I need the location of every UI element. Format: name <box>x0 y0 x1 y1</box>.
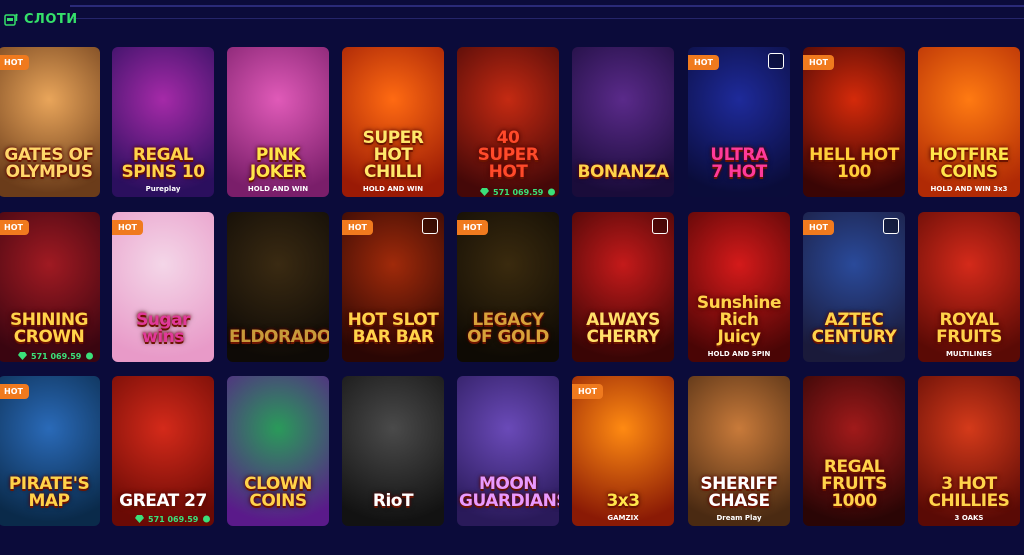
game-title: SHINING CROWN <box>9 310 89 347</box>
game-tile[interactable]: ROYAL FRUITS MULTILINES <box>918 212 1020 362</box>
game-subtitle: MULTILINES <box>945 350 993 358</box>
top-divider <box>70 5 1024 7</box>
game-title: REGAL SPINS 10 <box>121 145 205 182</box>
provider-logo-icon <box>883 218 899 234</box>
game-title: HOTFIRE COINS <box>929 145 1009 182</box>
jackpot-value: 571 069.59 <box>493 187 544 197</box>
game-tile[interactable]: PIRATE'S MAP HOT <box>0 376 100 526</box>
game-title: ALWAYS CHERRY <box>586 310 660 347</box>
section-header: СЛОТИ <box>0 7 78 31</box>
game-title: GATES OF OLYMPUS <box>4 145 94 182</box>
hot-badge: HOT <box>0 220 29 235</box>
hot-badge: HOT <box>0 55 29 70</box>
game-title: ULTRA 7 HOT <box>710 145 768 182</box>
game-tile[interactable]: MOON GUARDIANS <box>457 376 559 526</box>
game-title: CLOWN COINS <box>244 474 312 511</box>
game-subtitle: GAMZIX <box>607 514 639 522</box>
game-tile[interactable]: ELDORADO <box>227 212 329 362</box>
game-title: MOON GUARDIANS <box>459 474 559 511</box>
game-tile[interactable]: HOTFIRE COINS HOLD AND WIN 3x3 <box>918 47 1020 197</box>
game-tile[interactable]: RioT <box>342 376 444 526</box>
game-tile[interactable]: 3 HOT CHILLIES 3 OAKS <box>918 376 1020 526</box>
game-title: 3x3 <box>606 491 640 511</box>
jackpot-counter: 571 069.59 <box>480 186 556 198</box>
game-title: Sunshine Rich Juicy <box>696 293 782 347</box>
game-tile[interactable]: GATES OF OLYMPUS HOT <box>0 47 100 197</box>
hot-badge: HOT <box>457 220 488 235</box>
game-title: RioT <box>372 491 414 511</box>
game-title: PINK JOKER <box>249 145 307 182</box>
game-subtitle: HOLD AND WIN <box>247 185 309 193</box>
hot-badge: HOT <box>803 55 834 70</box>
diamond-icon <box>18 352 27 360</box>
game-title: ELDORADO <box>229 327 329 347</box>
game-subtitle: Dream Play <box>716 514 762 522</box>
section-title: СЛОТИ <box>24 11 78 27</box>
game-tile[interactable]: BONANZA <box>572 47 674 197</box>
jackpot-counter: 571 069.59 <box>135 513 211 525</box>
game-subtitle: 3 OAKS <box>954 514 984 522</box>
provider-logo-icon <box>422 218 438 234</box>
game-subtitle: HOLD AND WIN <box>362 185 424 193</box>
game-tile[interactable]: GREAT 27 <box>112 376 214 526</box>
game-tile[interactable]: Sugar wins HOT <box>112 212 214 362</box>
game-title: 3 HOT CHILLIES <box>928 474 1010 511</box>
game-title: REGAL FRUITS 1000 <box>821 457 887 511</box>
game-title: 40 SUPER HOT <box>477 128 539 182</box>
game-subtitle: HOLD AND WIN 3x3 <box>930 185 1008 193</box>
provider-logo-icon <box>768 53 784 69</box>
hot-badge: HOT <box>688 55 719 70</box>
hot-badge: HOT <box>342 220 373 235</box>
game-tile[interactable]: CLOWN COINS <box>227 376 329 526</box>
game-tile[interactable]: HELL HOT 100 HOT <box>803 47 905 197</box>
game-title: HOT SLOT BAR BAR <box>347 310 439 347</box>
game-tile[interactable]: HOT SLOT BAR BAR HOT <box>342 212 444 362</box>
game-tile[interactable]: SUPER HOT CHILLI HOLD AND WIN <box>342 47 444 197</box>
game-title: GREAT 27 <box>119 491 207 511</box>
game-title: ROYAL FRUITS <box>936 310 1002 347</box>
game-tile[interactable]: Sunshine Rich Juicy HOLD AND SPIN <box>688 212 790 362</box>
coin-icon <box>86 352 94 360</box>
game-title: BONANZA <box>577 162 669 182</box>
game-tile[interactable]: ULTRA 7 HOT HOT <box>688 47 790 197</box>
coin-icon <box>203 515 211 523</box>
diamond-icon <box>135 515 144 523</box>
game-tile[interactable]: SHERIFF CHASE Dream Play <box>688 376 790 526</box>
game-subtitle: Pureplay <box>145 185 181 193</box>
game-tile[interactable]: REGAL SPINS 10 Pureplay <box>112 47 214 197</box>
game-title: SUPER HOT CHILLI <box>362 128 424 182</box>
game-subtitle: HOLD AND SPIN <box>707 350 771 358</box>
section-divider <box>70 18 1024 19</box>
jackpot-value: 571 069.59 <box>31 351 82 361</box>
game-tile[interactable]: SHINING CROWN HOT <box>0 212 100 362</box>
game-title: PIRATE'S MAP <box>8 474 90 511</box>
game-title: Sugar wins <box>136 310 190 347</box>
game-tile[interactable]: ALWAYS CHERRY <box>572 212 674 362</box>
game-tile[interactable]: LEGACY OF GOLD HOT <box>457 212 559 362</box>
hot-badge: HOT <box>572 384 603 399</box>
slot-machine-icon <box>4 13 18 26</box>
game-tile[interactable]: 3x3 GAMZIX HOT <box>572 376 674 526</box>
jackpot-counter: 571 069.59 <box>18 350 94 362</box>
game-title: SHERIFF CHASE <box>700 474 778 511</box>
diamond-icon <box>480 188 489 196</box>
game-title: HELL HOT 100 <box>809 145 899 182</box>
hot-badge: HOT <box>112 220 143 235</box>
game-title: LEGACY OF GOLD <box>467 310 549 347</box>
hot-badge: HOT <box>0 384 29 399</box>
hot-badge: HOT <box>803 220 834 235</box>
game-tile[interactable]: AZTEC CENTURY HOT <box>803 212 905 362</box>
coin-icon <box>548 188 556 196</box>
game-tile[interactable]: 40 SUPER HOT <box>457 47 559 197</box>
jackpot-value: 571 069.59 <box>148 514 199 524</box>
game-tile[interactable]: PINK JOKER HOLD AND WIN <box>227 47 329 197</box>
game-tile[interactable]: REGAL FRUITS 1000 <box>803 376 905 526</box>
provider-logo-icon <box>652 218 668 234</box>
game-title: AZTEC CENTURY <box>811 310 897 347</box>
